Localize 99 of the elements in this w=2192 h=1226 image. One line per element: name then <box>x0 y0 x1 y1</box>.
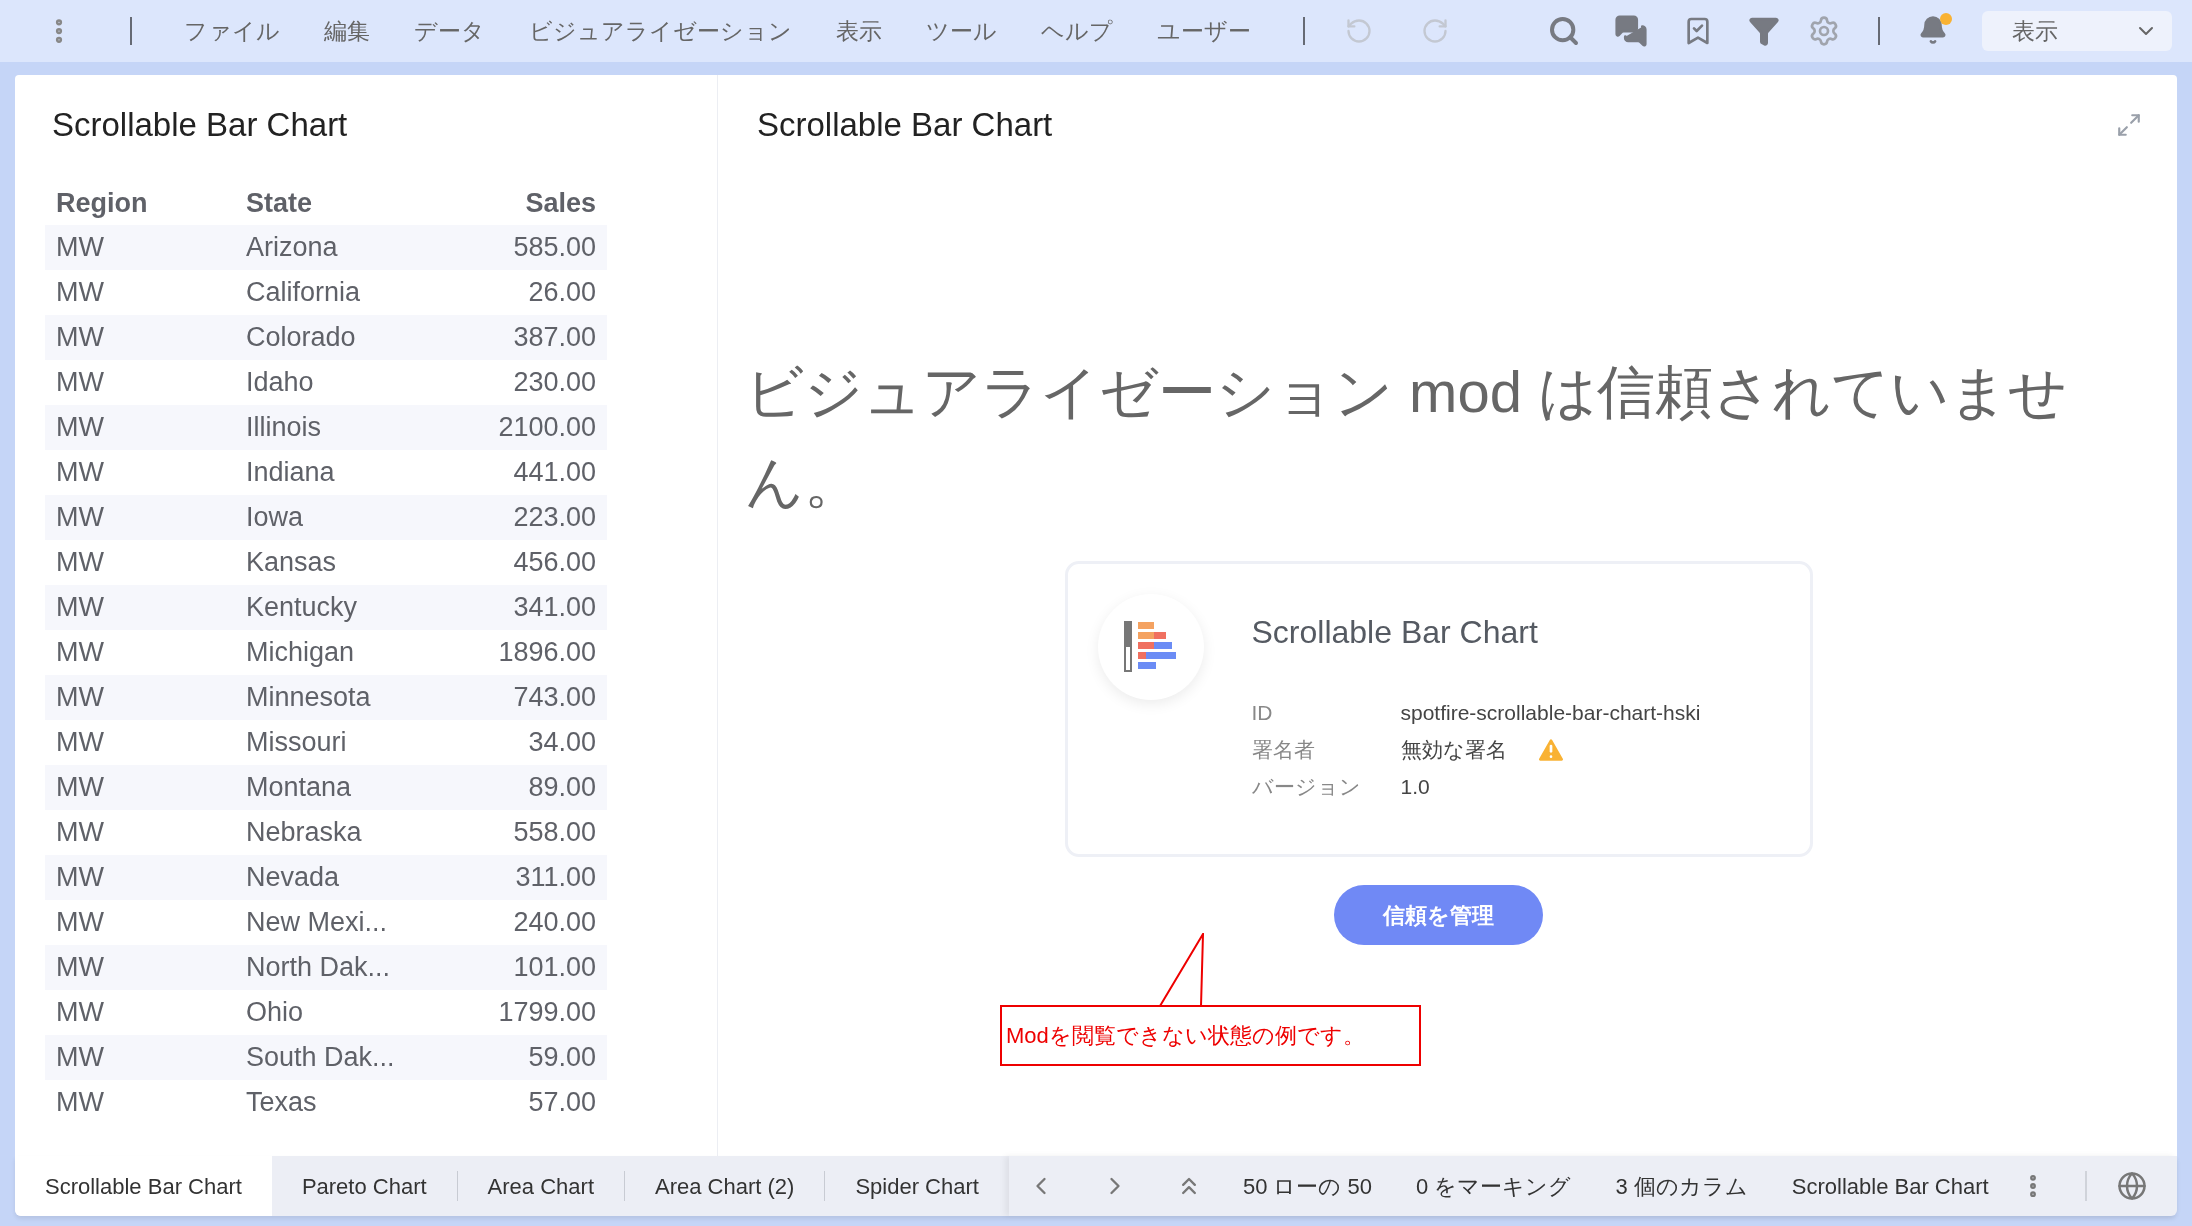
table-cell: MW <box>45 315 235 360</box>
settings-icon[interactable] <box>1808 15 1840 47</box>
menu-item[interactable]: ファイル <box>162 13 302 49</box>
table-cell: MW <box>45 810 235 855</box>
table-cell: Kentucky <box>235 585 454 630</box>
table-cell: Nebraska <box>235 810 454 855</box>
table-cell: 26.00 <box>453 270 607 315</box>
menu-item[interactable]: ヘルプ <box>1019 13 1135 49</box>
table-cell: 341.00 <box>453 585 607 630</box>
table-cell: MW <box>45 945 235 990</box>
page-tab[interactable]: Pareto Chart <box>271 1156 457 1216</box>
table-cell: MW <box>45 630 235 675</box>
table-cell: MW <box>45 540 235 585</box>
status-text: Scrollable Bar Chart <box>1791 1172 1989 1201</box>
table-cell: 311.00 <box>453 855 607 900</box>
table-cell: 230.00 <box>453 360 607 405</box>
status-text: 3 個のカラム <box>1615 1172 1748 1201</box>
table-cell: New Mexi... <box>235 900 454 945</box>
table-cell: 240.00 <box>453 900 607 945</box>
table-cell: 743.00 <box>453 675 607 720</box>
table-cell: 585.00 <box>453 225 607 270</box>
column-header: State <box>235 181 454 225</box>
table-cell: MW <box>45 765 235 810</box>
field-label: ID <box>1251 699 1274 726</box>
menu-item[interactable]: データ <box>392 13 507 49</box>
panel-title: Scrollable Bar Chart <box>51 105 349 145</box>
page-tab[interactable]: Area Chart <box>457 1156 624 1216</box>
table-cell: MW <box>45 270 235 315</box>
manage-trust-button[interactable]: 信頼を管理 <box>1334 885 1543 945</box>
table-cell: Texas <box>235 1080 454 1125</box>
table-cell: MW <box>45 450 235 495</box>
table-cell: Michigan <box>235 630 454 675</box>
globe-icon[interactable] <box>2116 1171 2147 1201</box>
field-label: 署名者 <box>1251 736 1316 763</box>
table-cell: North Dak... <box>235 945 454 990</box>
table-cell: 34.00 <box>453 720 607 765</box>
table-cell: MW <box>45 225 235 270</box>
field-value: 1.0 <box>1400 773 1430 800</box>
menu-item[interactable]: ツール <box>904 13 1019 49</box>
table-cell: MW <box>45 360 235 405</box>
table-cell: MW <box>45 855 235 900</box>
table-cell: Iowa <box>235 495 454 540</box>
page-tab[interactable]: Spider Chart <box>825 1156 1009 1216</box>
filter-icon[interactable] <box>1748 15 1780 47</box>
table-cell: California <box>235 270 454 315</box>
expand-icon[interactable] <box>2116 112 2142 138</box>
table-cell: Missouri <box>235 720 454 765</box>
chat-bubbles-icon[interactable] <box>1614 14 1648 48</box>
table-cell: Montana <box>235 765 454 810</box>
table-cell: 223.00 <box>453 495 607 540</box>
table-cell: Colorado <box>235 315 454 360</box>
menu-item[interactable]: 表示 <box>814 13 904 49</box>
field-value: 無効な署名 <box>1400 736 1507 763</box>
table-cell: Nevada <box>235 855 454 900</box>
table-cell: 59.00 <box>453 1035 607 1080</box>
status-text: 50 ローの 50 <box>1242 1172 1373 1201</box>
table-cell: MW <box>45 405 235 450</box>
field-label: バージョン <box>1251 773 1362 800</box>
menu-item[interactable]: ユーザー <box>1135 13 1273 49</box>
panel-title: Scrollable Bar Chart <box>756 105 1053 146</box>
table-cell: MW <box>45 1035 235 1080</box>
table-cell: MW <box>45 1080 235 1125</box>
search-icon[interactable] <box>1548 15 1580 47</box>
table-cell: 1896.00 <box>453 630 607 675</box>
table-cell: 558.00 <box>453 810 607 855</box>
table-cell: MW <box>45 990 235 1035</box>
table-cell: 387.00 <box>453 315 607 360</box>
menu-item[interactable]: ビジュアライゼーション <box>507 13 814 49</box>
page-tab[interactable]: Scrollable Bar Chart <box>15 1156 272 1216</box>
table-cell: Idaho <box>235 360 454 405</box>
table-cell: 101.00 <box>453 945 607 990</box>
table-cell: Indiana <box>235 450 454 495</box>
table-cell: Kansas <box>235 540 454 585</box>
table-cell: South Dak... <box>235 1035 454 1080</box>
column-header: Region <box>45 181 235 225</box>
table-cell: 57.00 <box>453 1080 607 1125</box>
table-cell: 456.00 <box>453 540 607 585</box>
card-title: Scrollable Bar Chart <box>1251 613 1539 652</box>
table-cell: MW <box>45 585 235 630</box>
table-cell: Arizona <box>235 225 454 270</box>
table-cell: Ohio <box>235 990 454 1035</box>
table-cell: MW <box>45 675 235 720</box>
page-tab[interactable]: Area Chart (2) <box>625 1156 825 1216</box>
trust-message: ビジュアライゼーション mod は信頼されていません。 <box>745 358 2069 516</box>
bar-chart-icon <box>1123 621 1178 673</box>
column-header: Sales <box>453 181 607 225</box>
table-cell: MW <box>45 900 235 945</box>
status-text: 0 をマーキング <box>1416 1172 1572 1201</box>
view-dropdown[interactable]: 表示 <box>1982 11 2172 51</box>
field-value: spotfire-scrollable-bar-chart-hski <box>1400 699 1701 726</box>
table-cell: 89.00 <box>453 765 607 810</box>
table-cell: MW <box>45 720 235 765</box>
table-cell: MW <box>45 495 235 540</box>
table-cell: Minnesota <box>235 675 454 720</box>
table-cell: 2100.00 <box>453 405 607 450</box>
table-cell: 441.00 <box>453 450 607 495</box>
menu-item[interactable]: 編集 <box>302 13 392 49</box>
table-cell: 1799.00 <box>453 990 607 1035</box>
table-cell: Illinois <box>235 405 454 450</box>
